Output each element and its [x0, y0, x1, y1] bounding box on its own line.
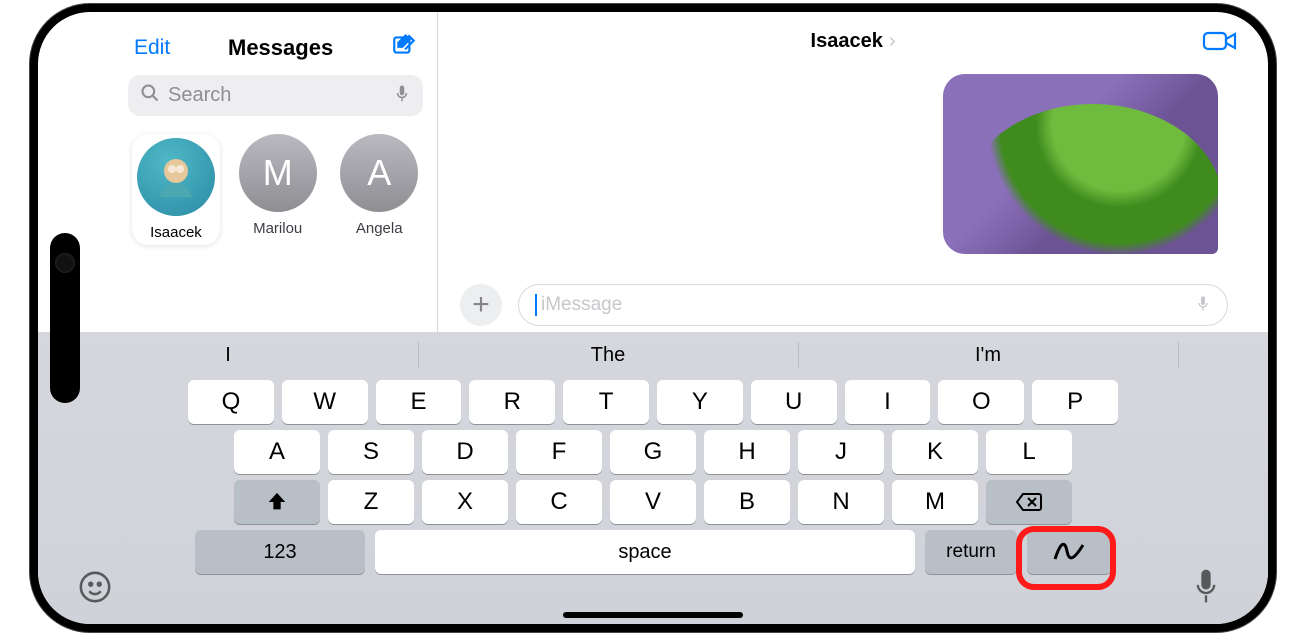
emoji-icon	[78, 570, 112, 604]
key-e[interactable]: E	[376, 380, 462, 424]
keyboard: I The I'm Q W E R T Y U I O P	[38, 332, 1268, 624]
pinned-contact-marilou[interactable]: M Marilou	[234, 134, 322, 245]
key-a[interactable]: A	[234, 430, 320, 474]
handwriting-icon	[1051, 539, 1087, 565]
key-f[interactable]: F	[516, 430, 602, 474]
messages-app: Edit Messages Search	[38, 12, 1268, 332]
key-b[interactable]: B	[704, 480, 790, 524]
avatar	[137, 138, 215, 216]
emoji-button[interactable]	[78, 570, 114, 606]
dictation-button[interactable]	[1192, 566, 1228, 610]
pinned-conversations: Isaacek M Marilou A Angela	[128, 134, 423, 245]
plus-icon: +	[472, 288, 490, 322]
key-o[interactable]: O	[938, 380, 1024, 424]
key-s[interactable]: S	[328, 430, 414, 474]
key-row-2: A S D F G H J K L	[188, 430, 1118, 474]
text-cursor	[535, 294, 537, 316]
key-row-1: Q W E R T Y U I O P	[188, 380, 1118, 424]
key-x[interactable]: X	[422, 480, 508, 524]
pin-name: Angela	[356, 220, 403, 237]
return-key[interactable]: return	[925, 530, 1017, 574]
suggestion-2[interactable]: The	[418, 332, 798, 378]
quicktype-bar: I The I'm	[38, 332, 1268, 378]
key-w[interactable]: W	[282, 380, 368, 424]
key-j[interactable]: J	[798, 430, 884, 474]
conversation-title: Isaacek	[811, 30, 883, 53]
suggestion-1[interactable]: I	[38, 332, 418, 378]
compose-row: + iMessage	[460, 284, 1228, 326]
key-u[interactable]: U	[751, 380, 837, 424]
handwriting-key[interactable]	[1027, 530, 1111, 574]
chevron-right-icon: ›	[889, 30, 896, 53]
message-input[interactable]: iMessage	[518, 284, 1228, 326]
key-rows: Q W E R T Y U I O P A S D F G H	[38, 378, 1268, 574]
compose-button[interactable]	[391, 32, 417, 63]
conversation-list-pane: Edit Messages Search	[38, 12, 438, 332]
text-format-icon	[1208, 344, 1238, 366]
video-icon	[1202, 28, 1238, 54]
suggestion-3[interactable]: I'm	[798, 332, 1178, 378]
message-placeholder: iMessage	[541, 294, 1195, 316]
sidebar-title: Messages	[228, 35, 333, 61]
phone-frame: Edit Messages Search	[30, 4, 1276, 632]
conversation-header[interactable]: Isaacek ›	[438, 12, 1268, 59]
backspace-key[interactable]	[986, 480, 1072, 524]
search-icon	[140, 83, 160, 108]
shift-icon	[266, 491, 288, 513]
apps-button[interactable]: +	[460, 284, 502, 326]
pinned-contact-isaacek[interactable]: Isaacek	[132, 134, 220, 245]
avatar: A	[340, 134, 418, 212]
text-format-button[interactable]	[1178, 332, 1268, 378]
space-key[interactable]: space	[375, 530, 915, 574]
backspace-icon	[1015, 492, 1043, 512]
compose-icon	[391, 32, 417, 58]
home-indicator[interactable]	[563, 612, 743, 618]
key-y[interactable]: Y	[657, 380, 743, 424]
key-p[interactable]: P	[1032, 380, 1118, 424]
key-r[interactable]: R	[469, 380, 555, 424]
key-t[interactable]: T	[563, 380, 649, 424]
key-n[interactable]: N	[798, 480, 884, 524]
search-placeholder: Search	[168, 84, 385, 107]
avatar: M	[239, 134, 317, 212]
key-m[interactable]: M	[892, 480, 978, 524]
dictation-icon	[1192, 566, 1220, 606]
key-v[interactable]: V	[610, 480, 696, 524]
search-field[interactable]: Search	[128, 75, 423, 116]
edit-button[interactable]: Edit	[134, 36, 170, 60]
sidebar-header: Edit Messages	[128, 24, 423, 75]
key-c[interactable]: C	[516, 480, 602, 524]
key-z[interactable]: Z	[328, 480, 414, 524]
pinned-contact-angela[interactable]: A Angela	[335, 134, 423, 245]
key-d[interactable]: D	[422, 430, 508, 474]
pin-name: Marilou	[253, 220, 302, 237]
mic-icon[interactable]	[393, 82, 411, 109]
phone-screen: Edit Messages Search	[38, 12, 1268, 624]
message-attachment-image[interactable]	[943, 74, 1218, 254]
facetime-button[interactable]	[1202, 28, 1238, 59]
numbers-key[interactable]: 123	[195, 530, 365, 574]
key-h[interactable]: H	[704, 430, 790, 474]
dictation-inline-icon[interactable]	[1195, 292, 1211, 319]
key-row-3: Z X C V B N M	[188, 480, 1118, 524]
key-l[interactable]: L	[986, 430, 1072, 474]
key-row-4: 123 space return	[188, 530, 1118, 574]
key-k[interactable]: K	[892, 430, 978, 474]
conversation-pane: Isaacek › + iMessage	[438, 12, 1268, 332]
key-g[interactable]: G	[610, 430, 696, 474]
dynamic-island	[50, 233, 80, 403]
key-i[interactable]: I	[845, 380, 931, 424]
key-q[interactable]: Q	[188, 380, 274, 424]
shift-key[interactable]	[234, 480, 320, 524]
pin-name: Isaacek	[150, 224, 202, 241]
